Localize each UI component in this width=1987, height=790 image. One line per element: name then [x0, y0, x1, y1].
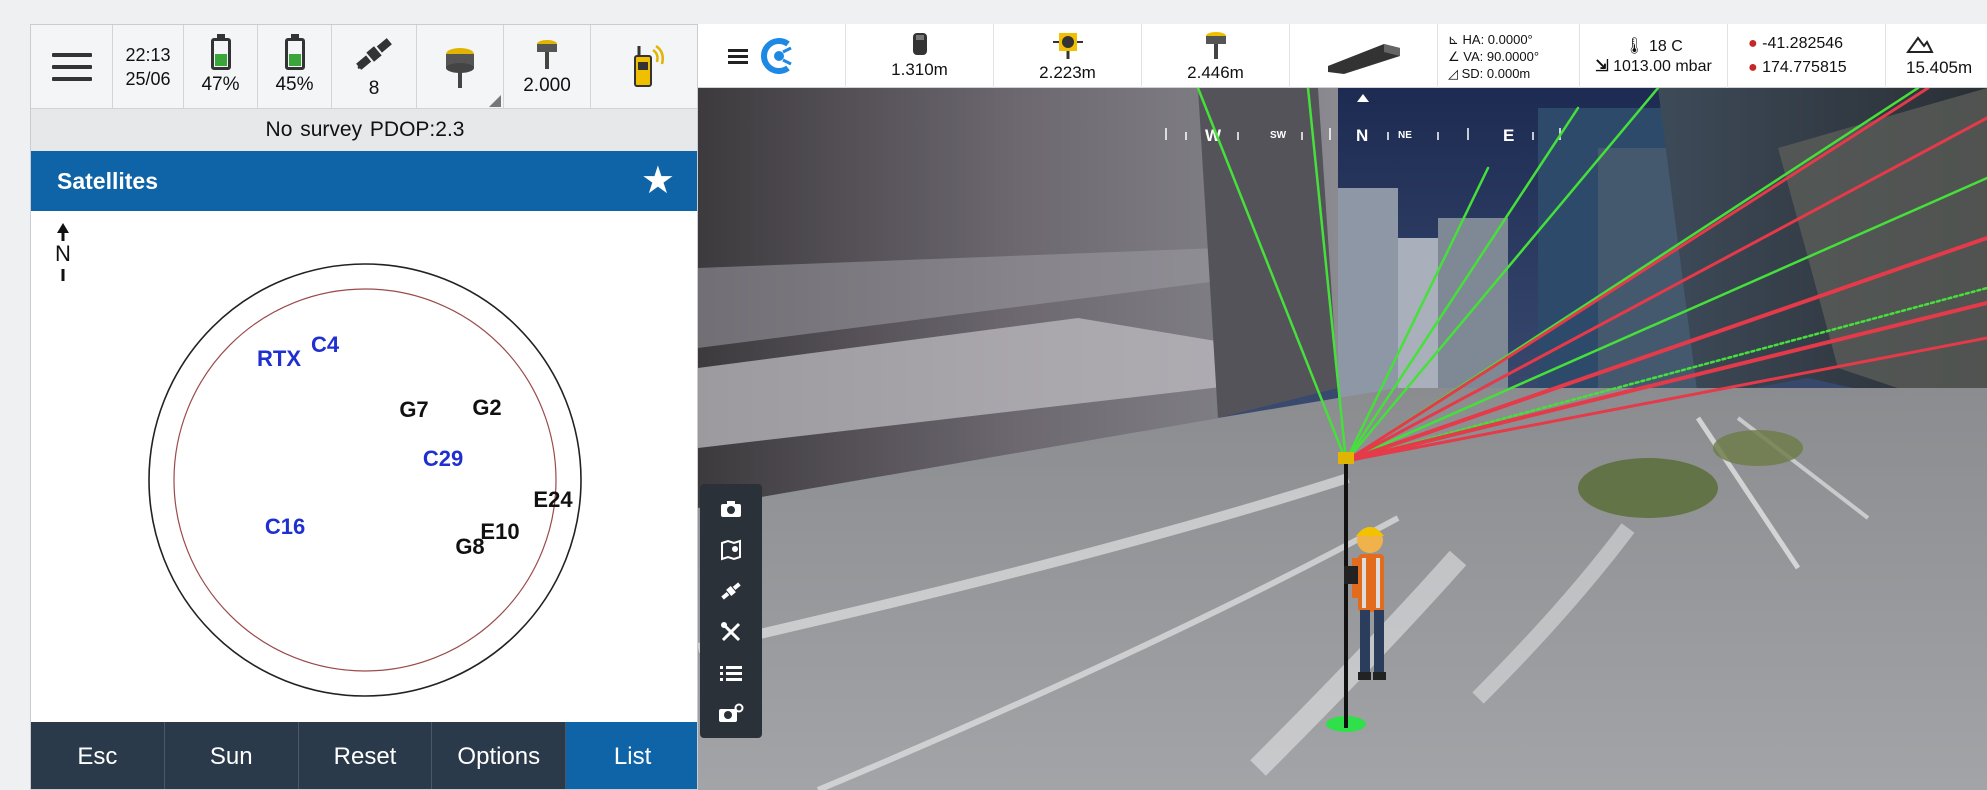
satellite-marker[interactable]: E10	[480, 519, 519, 545]
target-icon	[1052, 33, 1083, 59]
survey-status: No survey PDOP:2.3	[31, 109, 697, 151]
satellite-marker[interactable]: RTX	[257, 346, 301, 372]
page-title: Satellites	[57, 167, 158, 194]
radio-status[interactable]	[591, 25, 697, 109]
va-icon: ∠	[1448, 48, 1464, 64]
position-readout[interactable]: ● -41.282546 ● 174.775815	[1728, 24, 1886, 88]
view-topbar: 1.310m 2.223m 2.446m ⊾ HA: 0.0000° ∠ VA:…	[698, 24, 1987, 88]
3d-scene[interactable]: W SW N NE E	[698, 88, 1987, 790]
camera-settings-icon	[719, 703, 744, 722]
controller-icon	[912, 33, 927, 55]
globe-icon: ●	[1748, 35, 1763, 52]
satellite-marker[interactable]: C16	[265, 514, 305, 540]
esc-button[interactable]: Esc	[31, 722, 165, 789]
battery-icon	[210, 34, 231, 70]
compass-e: E	[1503, 126, 1514, 145]
satellite-marker[interactable]: G8	[455, 534, 484, 560]
antenna-height-status[interactable]: 2.000	[504, 25, 591, 109]
ha-icon: ⊾	[1448, 31, 1463, 47]
softkey-bar: Esc Sun Reset Options List	[31, 722, 697, 789]
map-layers-icon	[721, 539, 741, 560]
menu-button[interactable]	[31, 25, 113, 109]
3d-view[interactable]: 1.310m 2.223m 2.446m ⊾ HA: 0.0000° ∠ VA:…	[698, 24, 1987, 790]
satellite-marker[interactable]: C4	[311, 332, 339, 358]
satellite-marker[interactable]: C29	[423, 446, 463, 472]
camera-icon	[721, 500, 741, 517]
reset-button[interactable]: Reset	[298, 722, 433, 789]
distance-2[interactable]: 2.223m	[994, 24, 1142, 88]
compass-ne: NE	[1398, 130, 1412, 141]
options-button[interactable]: Options	[432, 722, 567, 789]
satellite-icon	[356, 38, 392, 70]
gnss-receiver-icon	[446, 48, 474, 88]
satellites-panel: 22:13 25/06 47% 45% 8 2.000 No survey PD…	[30, 24, 698, 790]
tools-icon	[721, 621, 741, 641]
street-scene: W SW N NE E	[698, 88, 1987, 790]
antenna-icon	[1205, 32, 1226, 59]
gnss-button[interactable]	[700, 570, 762, 611]
battery-2-label: 45%	[275, 74, 314, 95]
date: 25/06	[125, 69, 171, 89]
distance-1[interactable]: 1.310m	[846, 24, 994, 88]
compass-n: N	[1356, 126, 1368, 145]
menu-icon	[728, 46, 748, 67]
elevation-readout[interactable]: 15.405m	[1886, 24, 1987, 88]
sun-button[interactable]: Sun	[164, 722, 299, 789]
view-menu[interactable]	[698, 24, 846, 88]
side-toolbar	[700, 484, 762, 738]
antenna-height: 2.000	[523, 75, 571, 96]
tools-button[interactable]	[700, 611, 762, 652]
antenna-icon	[537, 40, 557, 69]
panel-header: Satellites ★	[31, 151, 697, 211]
skyplot-circles	[148, 263, 582, 697]
satellite-marker[interactable]: G2	[472, 395, 501, 421]
list-icon	[720, 665, 742, 681]
satellites-count: 8	[368, 78, 380, 99]
list-button[interactable]: List	[566, 722, 697, 789]
time: 22:13	[125, 45, 171, 65]
camera-button[interactable]	[700, 488, 762, 529]
globe-icon: ●	[1748, 59, 1763, 76]
satellite-icon	[721, 581, 741, 600]
thermometer-icon: 🌡	[1624, 38, 1649, 55]
mountain-icon	[1906, 36, 1934, 53]
satellites-status[interactable]: 8	[332, 25, 417, 109]
weather-readout[interactable]: 🌡 18 C ⇲ 1013.00 mbar	[1580, 24, 1728, 88]
app-logo-icon	[761, 38, 792, 74]
compass-sw: SW	[1270, 130, 1287, 141]
skyplot[interactable]: N RTX C4 G7 G2 C29 E24 C16 E10 G8	[31, 211, 697, 746]
scanner-icon	[1327, 44, 1400, 74]
pressure-icon: ⇲	[1595, 58, 1614, 75]
scanner-status[interactable]	[1290, 24, 1438, 88]
battery-2[interactable]: 45%	[258, 25, 332, 109]
satellite-marker[interactable]: G7	[399, 397, 428, 423]
battery-1-label: 47%	[201, 74, 240, 95]
battery-icon	[284, 34, 305, 70]
sd-icon: ◿	[1448, 65, 1462, 81]
favorite-star-icon[interactable]: ★	[641, 162, 675, 200]
receiver-status[interactable]	[417, 25, 504, 109]
menu-icon	[51, 53, 92, 57]
satellite-marker[interactable]: E24	[533, 487, 572, 513]
status-bar: 22:13 25/06 47% 45% 8 2.000	[31, 25, 697, 109]
map-layers-button[interactable]	[700, 529, 762, 570]
radio-icon	[634, 44, 664, 87]
list-view-button[interactable]	[700, 652, 762, 693]
camera-settings-button[interactable]	[700, 693, 762, 734]
angles-readout[interactable]: ⊾ HA: 0.0000° ∠ VA: 90.0000° ◿ SD: 0.000…	[1438, 24, 1580, 88]
battery-1[interactable]: 47%	[184, 25, 258, 109]
clock[interactable]: 22:13 25/06	[113, 25, 184, 109]
distance-3[interactable]: 2.446m	[1142, 24, 1290, 88]
